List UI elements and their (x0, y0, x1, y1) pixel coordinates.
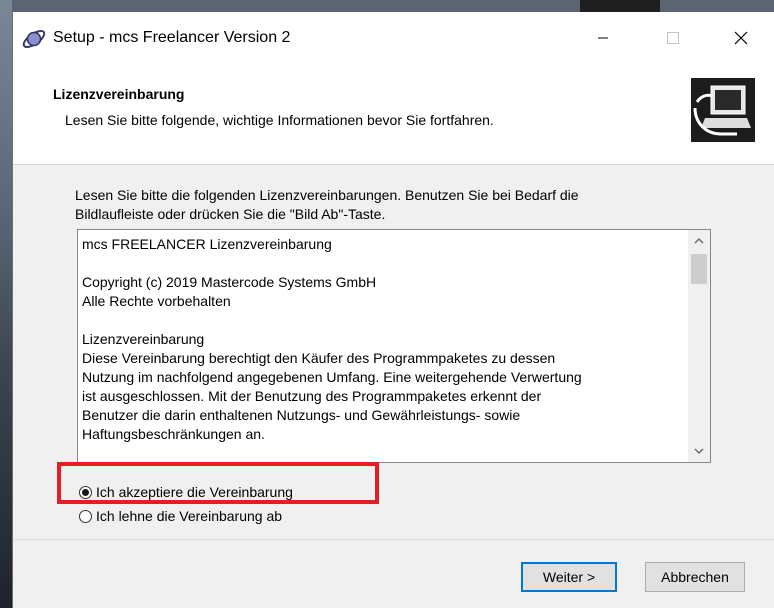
vertical-scrollbar[interactable] (688, 230, 710, 462)
scroll-thumb[interactable] (691, 254, 707, 284)
license-textbox[interactable]: mcs FREELANCER Lizenzvereinbarung Copyri… (77, 229, 711, 463)
license-line: Copyright (c) 2019 Mastercode Systems Gm… (82, 274, 377, 290)
decline-option[interactable]: Ich lehne die Vereinbarung ab (79, 506, 282, 526)
footer-divider (13, 539, 774, 540)
setup-window: Setup - mcs Freelancer Version 2 Lizenzv… (12, 12, 774, 608)
instructions-text: Lesen Sie bitte die folgenden Lizenzvere… (75, 186, 715, 224)
cancel-button[interactable]: Abbrechen (645, 562, 745, 592)
chevron-down-icon (694, 448, 704, 454)
license-line: Nutzung im nachfolgend angegebenen Umfan… (82, 369, 582, 385)
next-button[interactable]: Weiter > (521, 562, 617, 592)
license-line: Alle Rechte vorbehalten (82, 293, 231, 309)
decline-radio[interactable] (79, 509, 92, 523)
title-bar[interactable]: Setup - mcs Freelancer Version 2 (13, 12, 774, 64)
instructions-line: Lesen Sie bitte die folgenden Lizenzvere… (75, 187, 579, 203)
license-line: Diese Vereinbarung berechtigt den Käufer… (82, 350, 556, 366)
window-title: Setup - mcs Freelancer Version 2 (53, 29, 291, 46)
page-title: Lizenzvereinbarung (53, 86, 185, 102)
license-line: Lizenzvereinbarung (82, 331, 205, 347)
license-line (82, 254, 682, 273)
accept-label[interactable]: Ich akzeptiere die Vereinbarung (96, 484, 293, 500)
desktop-background-block (580, 0, 660, 12)
license-line: ist ausgeschlossen. Mit der Benutzung de… (82, 388, 542, 404)
minimize-button[interactable] (575, 12, 631, 64)
accept-option[interactable]: Ich akzeptiere die Vereinbarung (79, 482, 293, 502)
maximize-icon (667, 32, 679, 44)
maximize-button[interactable] (645, 12, 701, 64)
license-text: mcs FREELANCER Lizenzvereinbarung Copyri… (82, 235, 682, 444)
decline-label[interactable]: Ich lehne die Vereinbarung ab (96, 508, 282, 524)
wizard-header: Lizenzvereinbarung Lesen Sie bitte folge… (13, 64, 774, 165)
license-line: mcs FREELANCER Lizenzvereinbarung (82, 236, 332, 252)
instructions-line: Bildlaufleiste oder drücken Sie die "Bil… (75, 206, 386, 222)
chevron-up-icon (694, 238, 704, 244)
scroll-down-button[interactable] (688, 440, 710, 462)
accept-radio[interactable] (79, 485, 92, 499)
minimize-icon (598, 37, 608, 39)
planet-icon (22, 29, 46, 49)
close-icon (734, 31, 748, 45)
license-line (82, 311, 682, 330)
close-button[interactable] (713, 12, 769, 64)
scroll-up-button[interactable] (688, 230, 710, 252)
desktop-background-left (0, 0, 12, 608)
license-line: Benutzer die darin enthaltenen Nutzungs-… (82, 407, 521, 423)
computer-install-icon (691, 78, 755, 142)
license-line: Haftungsbeschränkungen an. (82, 426, 265, 442)
page-subtitle: Lesen Sie bitte folgende, wichtige Infor… (65, 112, 494, 128)
